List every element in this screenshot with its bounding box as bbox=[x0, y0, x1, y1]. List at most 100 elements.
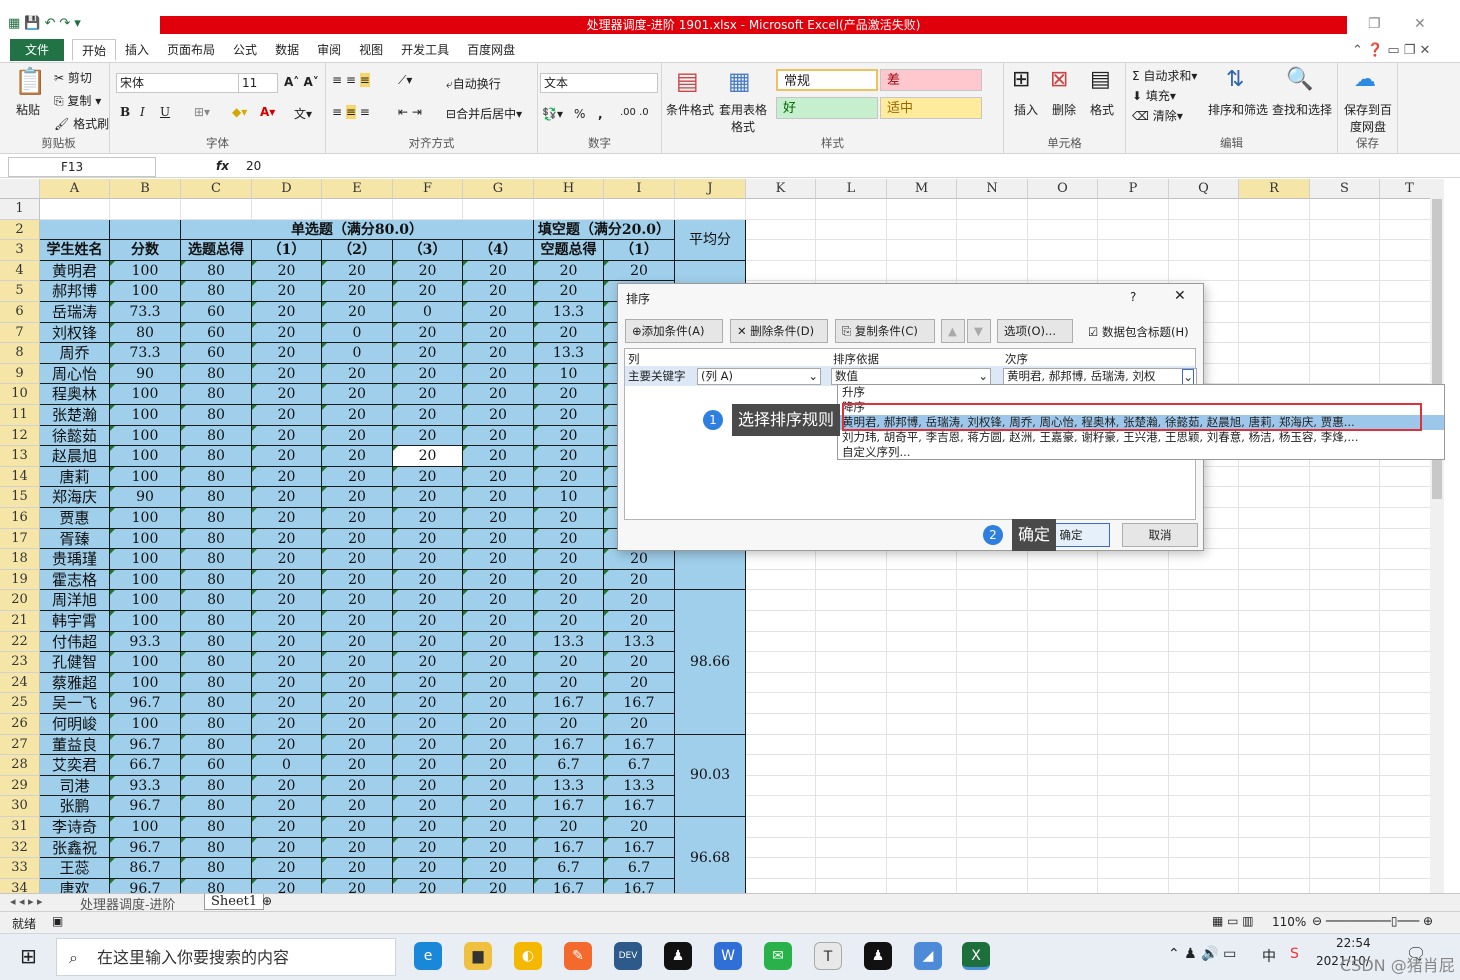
score-cell[interactable]: 20 bbox=[252, 466, 322, 488]
score-cell[interactable]: 100 bbox=[110, 672, 181, 694]
font-color-icon[interactable]: A▾ bbox=[260, 105, 275, 119]
copy-button[interactable]: ⎘ 复制 ▾ bbox=[54, 92, 101, 109]
row-header-10[interactable]: 10 bbox=[0, 384, 40, 405]
score-cell[interactable]: 80 bbox=[181, 446, 252, 467]
column-header-e[interactable]: E bbox=[322, 179, 393, 199]
edge-icon[interactable]: e bbox=[414, 942, 442, 970]
score-cell[interactable]: 20 bbox=[604, 714, 675, 735]
app-tray-icon[interactable]: S bbox=[1290, 946, 1299, 962]
score-cell[interactable]: 80 bbox=[181, 466, 252, 488]
score-cell[interactable]: 20 bbox=[534, 817, 604, 838]
score-cell[interactable]: 90 bbox=[110, 487, 181, 508]
score-cell[interactable]: 0 bbox=[322, 343, 393, 364]
zoom-level[interactable]: 110% bbox=[1272, 915, 1306, 929]
column-header-l[interactable]: L bbox=[816, 179, 887, 199]
score-cell[interactable]: 20 bbox=[463, 611, 534, 632]
insert-cells-icon[interactable]: ⊞ bbox=[1012, 67, 1030, 92]
score-cell[interactable]: 80 bbox=[181, 611, 252, 632]
score-cell[interactable]: 80 bbox=[181, 858, 252, 879]
customize-qat-icon[interactable]: ▾ bbox=[74, 16, 81, 31]
student-name-cell[interactable]: 程奥林 bbox=[40, 384, 110, 405]
score-cell[interactable]: 20 bbox=[604, 590, 675, 611]
score-cell[interactable]: 10 bbox=[534, 363, 604, 385]
score-cell[interactable]: 80 bbox=[181, 817, 252, 838]
score-cell[interactable]: 60 bbox=[181, 343, 252, 364]
score-cell[interactable]: 20 bbox=[252, 322, 322, 344]
score-cell[interactable]: 96.7 bbox=[110, 693, 181, 714]
score-cell[interactable]: 20 bbox=[463, 487, 534, 508]
column-header-m[interactable]: M bbox=[887, 179, 957, 199]
sheet-tab-2[interactable]: Sheet1 bbox=[204, 894, 265, 910]
score-cell[interactable]: 20 bbox=[393, 322, 463, 344]
student-name-cell[interactable]: 艾奕君 bbox=[40, 755, 110, 776]
score-cell[interactable]: 20 bbox=[393, 466, 463, 488]
score-cell[interactable]: 20 bbox=[322, 858, 393, 879]
score-cell[interactable]: 100 bbox=[110, 384, 181, 405]
score-cell[interactable]: 20 bbox=[393, 549, 463, 570]
student-name-cell[interactable]: 贵瑀瑾 bbox=[40, 549, 110, 570]
score-cell[interactable]: 20 bbox=[252, 281, 322, 302]
score-cell[interactable]: 20 bbox=[322, 528, 393, 550]
score-cell[interactable]: 80 bbox=[181, 590, 252, 611]
score-cell[interactable]: 20 bbox=[534, 528, 604, 550]
score-cell[interactable]: 16.7 bbox=[534, 837, 604, 859]
score-cell[interactable]: 20 bbox=[463, 528, 534, 550]
student-name-cell[interactable]: 黄明君 bbox=[40, 260, 110, 282]
fill-color-icon[interactable]: ◆▾ bbox=[232, 105, 247, 119]
column-header-p[interactable]: P bbox=[1098, 179, 1169, 199]
column-header-a[interactable]: A bbox=[40, 179, 110, 199]
column-header-f[interactable]: F bbox=[393, 179, 463, 199]
student-name-cell[interactable]: 周乔 bbox=[40, 343, 110, 364]
row-header-24[interactable]: 24 bbox=[0, 672, 40, 694]
font-name-select[interactable]: 宋体 bbox=[116, 73, 240, 93]
row-header-22[interactable]: 22 bbox=[0, 631, 40, 653]
row-header-25[interactable]: 25 bbox=[0, 693, 40, 714]
score-cell[interactable]: 20 bbox=[252, 569, 322, 591]
student-name-cell[interactable]: 赵晨旭 bbox=[40, 446, 110, 467]
score-cell[interactable]: 20 bbox=[322, 837, 393, 859]
score-cell[interactable]: 100 bbox=[110, 260, 181, 282]
score-cell[interactable]: 20 bbox=[252, 693, 322, 714]
align-left-icon[interactable]: ≡ ≡ ≡ bbox=[332, 105, 370, 119]
file-explorer-icon[interactable]: ▆ bbox=[464, 942, 492, 970]
row-header-29[interactable]: 29 bbox=[0, 775, 40, 797]
view-normal-icon[interactable]: ▦ ▭ ▥ bbox=[1212, 914, 1254, 928]
score-cell[interactable]: 60 bbox=[181, 302, 252, 323]
score-cell[interactable]: 20 bbox=[252, 260, 322, 282]
autosum-button[interactable]: Σ 自动求和▾ bbox=[1132, 67, 1197, 84]
score-cell[interactable]: 20 bbox=[322, 714, 393, 735]
select-all-corner[interactable] bbox=[0, 179, 40, 199]
score-cell[interactable]: 20 bbox=[393, 487, 463, 508]
score-cell[interactable]: 13.3 bbox=[534, 343, 604, 364]
order-option-custom-list-2[interactable]: 刘力玮, 胡奇平, 李吉恩, 蒋方圆, 赵洲, 王嘉豪, 谢籽豪, 王兴港, 王… bbox=[838, 430, 1444, 445]
column-header-r[interactable]: R bbox=[1239, 179, 1310, 199]
score-cell[interactable]: 20 bbox=[393, 858, 463, 879]
score-cell[interactable]: 20 bbox=[463, 858, 534, 879]
student-name-cell[interactable]: 郑海庆 bbox=[40, 487, 110, 508]
score-cell[interactable]: 20 bbox=[393, 775, 463, 797]
row-header-34[interactable]: 34 bbox=[0, 878, 40, 893]
score-cell[interactable]: 20 bbox=[322, 281, 393, 302]
column-header-j[interactable]: J bbox=[675, 179, 746, 199]
paste-button[interactable]: 粘贴 bbox=[16, 101, 40, 118]
taskbar-search[interactable]: ⌕ 在这里输入你要搜索的内容 bbox=[56, 938, 396, 976]
row-header-3[interactable]: 3 bbox=[0, 240, 40, 261]
app-icon-7[interactable]: W bbox=[714, 942, 742, 970]
column-header-g[interactable]: G bbox=[463, 179, 534, 199]
save-icon[interactable]: 💾 bbox=[24, 16, 40, 31]
score-cell[interactable]: 20 bbox=[252, 487, 322, 508]
cancel-button[interactable]: 取消 bbox=[1122, 523, 1198, 547]
font-size-select[interactable]: 11 bbox=[238, 73, 278, 93]
student-name-cell[interactable]: 王蕊 bbox=[40, 858, 110, 879]
merge-center-button[interactable]: ⊟合并后居中▾ bbox=[446, 105, 522, 122]
score-cell[interactable]: 20 bbox=[534, 672, 604, 694]
score-cell[interactable]: 20 bbox=[463, 878, 534, 893]
score-cell[interactable]: 20 bbox=[322, 487, 393, 508]
student-name-cell[interactable]: 郝邦博 bbox=[40, 281, 110, 302]
score-cell[interactable]: 80 bbox=[181, 549, 252, 570]
score-cell[interactable]: 6.7 bbox=[534, 858, 604, 879]
score-cell[interactable]: 20 bbox=[463, 425, 534, 447]
student-name-cell[interactable]: 张楚瀚 bbox=[40, 405, 110, 426]
score-cell[interactable]: 20 bbox=[534, 590, 604, 611]
score-cell[interactable]: 20 bbox=[393, 714, 463, 735]
